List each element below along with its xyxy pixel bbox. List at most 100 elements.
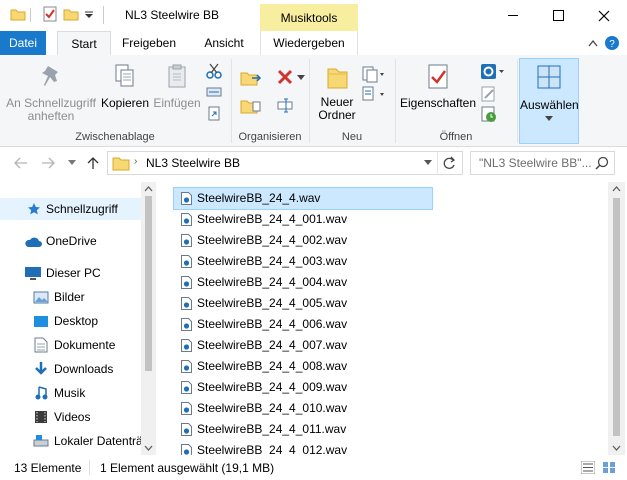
list-item[interactable]: SteelwireBB_24_4_006.wav <box>174 314 432 335</box>
back-icon[interactable] <box>14 157 28 169</box>
list-item[interactable]: SteelwireBB_24_4_008.wav <box>174 356 432 377</box>
minimize-button[interactable] <box>490 0 536 31</box>
address-history-icon[interactable] <box>424 160 432 166</box>
scroll-down-icon[interactable] <box>612 445 621 451</box>
refresh-icon[interactable] <box>442 156 456 170</box>
edit-icon[interactable] <box>480 85 498 103</box>
list-item[interactable]: SteelwireBB_24_4_005.wav <box>174 293 432 314</box>
sidebar-item-label: Dieser PC <box>46 266 101 280</box>
nav-scroll-thumb[interactable] <box>145 196 152 371</box>
audio-file-icon <box>181 381 192 394</box>
paste-label: Einfügen <box>153 96 201 110</box>
audio-file-icon <box>181 339 192 352</box>
open-icon[interactable] <box>480 63 506 81</box>
recent-locations-icon[interactable] <box>68 160 76 166</box>
file-name: SteelwireBB_24_4.wav <box>197 191 321 205</box>
search-field[interactable]: "NL3 Steelwire BB"... <box>470 151 615 175</box>
svg-text:?: ? <box>609 39 615 50</box>
tab-datei[interactable]: Datei <box>0 31 46 55</box>
delete-icon[interactable] <box>277 69 295 85</box>
tab-freigeben[interactable]: Freigeben <box>117 31 181 55</box>
tab-start[interactable]: Start <box>57 31 111 56</box>
rename-icon[interactable] <box>277 97 295 113</box>
list-item[interactable]: SteelwireBB_24_4_003.wav <box>174 251 432 272</box>
select-button[interactable]: Auswählen <box>519 58 579 144</box>
nav-scrollbar[interactable] <box>141 182 156 455</box>
sidebar-item-desktop[interactable]: Desktop <box>0 310 141 332</box>
file-list-scrollbar[interactable] <box>608 182 625 455</box>
large-icons-view-icon[interactable] <box>602 461 616 474</box>
sidebar-item-videos[interactable]: Videos <box>0 406 141 428</box>
paste-button[interactable]: Einfügen <box>152 63 202 110</box>
list-item[interactable]: SteelwireBB_24_4_001.wav <box>174 209 432 230</box>
search-input[interactable]: "NL3 Steelwire BB"... <box>479 156 591 170</box>
customize-qat-icon[interactable] <box>84 10 94 20</box>
details-view-icon[interactable] <box>581 461 595 474</box>
tab-ansicht[interactable]: Ansicht <box>198 31 250 55</box>
list-item[interactable]: SteelwireBB_24_4_002.wav <box>174 230 432 251</box>
list-item[interactable]: SteelwireBB_24_4_009.wav <box>174 377 432 398</box>
sidebar-item-music[interactable]: Musik <box>0 382 141 404</box>
scroll-up-icon[interactable] <box>612 186 621 192</box>
file-list: SteelwireBB_24_4.wav SteelwireBB_24_4_00… <box>156 182 608 455</box>
copy-button[interactable]: Kopieren <box>99 63 151 110</box>
pin-quick-access-button[interactable]: An Schnellzugriff anheften <box>4 63 98 123</box>
list-item[interactable]: SteelwireBB_24_4_011.wav <box>174 419 432 440</box>
new-folder-icon[interactable] <box>63 6 79 22</box>
history-icon[interactable] <box>480 105 498 123</box>
breadcrumb-current[interactable]: NL3 Steelwire BB <box>146 156 240 170</box>
chevron-down-icon[interactable] <box>297 75 305 81</box>
tab-wiedergeben[interactable]: Wiedergeben <box>260 31 358 55</box>
scroll-up-icon[interactable] <box>144 186 153 192</box>
divider <box>89 460 90 475</box>
item-count: 13 Elemente <box>14 461 82 475</box>
properties-icon <box>428 64 448 89</box>
properties-icon[interactable] <box>42 6 58 22</box>
easy-access-icon[interactable] <box>361 85 385 103</box>
cut-icon[interactable] <box>206 63 222 79</box>
copy-path-icon[interactable] <box>206 85 222 99</box>
paste-shortcut-icon[interactable] <box>206 105 222 121</box>
sidebar-item-pictures[interactable]: Bilder <box>0 286 141 308</box>
file-name: SteelwireBB_24_4_007.wav <box>197 338 348 352</box>
copy-to-icon[interactable] <box>240 97 264 115</box>
sidebar-item-downloads[interactable]: Downloads <box>0 358 141 380</box>
sidebar-item-onedrive[interactable]: OneDrive <box>0 230 141 252</box>
sidebar-item-quick-access[interactable]: Schnellzugriff <box>0 198 141 220</box>
new-item-icon[interactable] <box>361 65 385 83</box>
file-name: SteelwireBB_24_4_001.wav <box>197 212 348 226</box>
sidebar-item-local-drive[interactable]: Lokaler Datenträ <box>0 430 141 452</box>
breadcrumb-separator-icon[interactable]: › <box>134 156 137 167</box>
group-label-open: Öffnen <box>439 131 473 143</box>
list-item[interactable]: SteelwireBB_24_4_010.wav <box>174 398 432 419</box>
maximize-button[interactable] <box>535 0 581 31</box>
new-folder-button[interactable]: Neuer Ordner <box>313 63 361 122</box>
sidebar-item-label: Dokumente <box>54 338 116 352</box>
sidebar-item-documents[interactable]: Dokumente <box>0 334 141 356</box>
list-item[interactable]: SteelwireBB_24_4.wav <box>173 187 433 210</box>
address-bar[interactable]: › NL3 Steelwire BB <box>107 151 463 175</box>
list-item[interactable]: SteelwireBB_24_4_012.wav <box>174 440 432 455</box>
forward-icon[interactable] <box>41 157 55 169</box>
audio-file-icon <box>181 234 192 247</box>
scroll-thumb[interactable] <box>613 198 620 436</box>
help-icon[interactable]: ? <box>604 35 620 51</box>
up-icon[interactable] <box>87 156 99 170</box>
collapse-ribbon-icon[interactable] <box>588 39 598 47</box>
search-icon[interactable] <box>595 156 609 170</box>
scroll-down-icon[interactable] <box>144 445 153 451</box>
audio-file-icon <box>181 255 192 268</box>
list-item[interactable]: SteelwireBB_24_4_004.wav <box>174 272 432 293</box>
properties-button[interactable]: Eigenschaften <box>398 63 478 110</box>
select-all-icon <box>537 65 561 89</box>
sidebar-item-label: Downloads <box>54 362 114 376</box>
audio-file-icon <box>181 276 192 289</box>
move-to-icon[interactable] <box>240 69 264 87</box>
folder-icon <box>10 9 26 21</box>
group-label-clipboard: Zwischenablage <box>75 131 155 143</box>
copy-icon <box>115 64 134 87</box>
close-button[interactable] <box>581 0 627 31</box>
audio-file-icon <box>181 297 192 310</box>
list-item[interactable]: SteelwireBB_24_4_007.wav <box>174 335 432 356</box>
sidebar-item-this-pc[interactable]: Dieser PC <box>0 262 141 284</box>
